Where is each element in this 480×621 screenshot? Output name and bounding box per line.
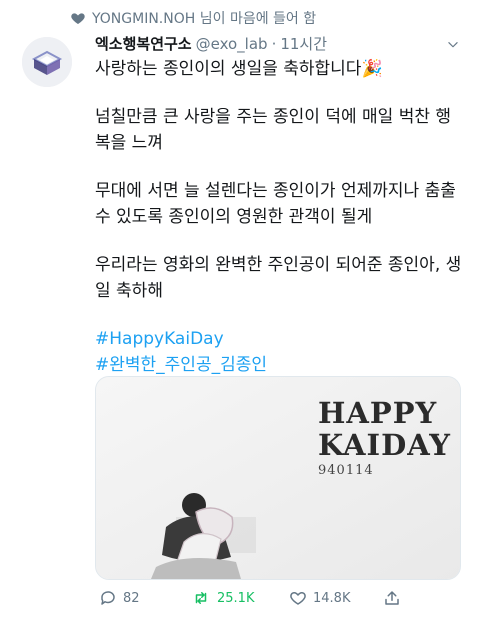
image-title-line2: KAIDAY: [318, 428, 452, 462]
retweet-icon: [195, 592, 207, 604]
share-button[interactable]: [383, 585, 407, 611]
avatar[interactable]: [22, 37, 72, 87]
user-handle[interactable]: @exo_lab: [196, 35, 268, 53]
timestamp[interactable]: 11시간: [280, 33, 327, 54]
display-name[interactable]: 엑소행복연구소: [95, 33, 192, 54]
tweet-line: 사랑하는 종인이의 생일을 축하합니다🎉: [95, 59, 383, 79]
tweet-text: 사랑하는 종인이의 생일을 축하합니다🎉 넘칠만큼 큰 사랑을 주는 종인이 덕…: [95, 56, 465, 378]
social-context: YONGMIN.NOH 님이 마음에 들어 함: [64, 8, 316, 28]
social-context-text[interactable]: YONGMIN.NOH 님이 마음에 들어 함: [92, 8, 316, 28]
logo-icon: [22, 37, 72, 87]
heart-icon: [71, 13, 85, 24]
tweet-header: 엑소행복연구소 @exo_lab · 11시간: [95, 33, 460, 57]
image-date: 940114: [318, 463, 374, 478]
like-button[interactable]: 14.8K: [289, 585, 350, 611]
reply-button[interactable]: 82: [99, 585, 140, 611]
heart-outline-icon: [290, 592, 306, 605]
tweet-line: 우리라는 영화의 완벽한 주인공이 되어준 종인아, 생일 축하해: [95, 255, 462, 301]
retweet-button[interactable]: 25.1K: [191, 585, 254, 611]
chevron-down-icon[interactable]: [446, 38, 460, 52]
like-count: 14.8K: [313, 590, 351, 606]
separator-dot: ·: [271, 35, 277, 53]
image-title: HAPPY KAIDAY: [318, 397, 451, 461]
tweet-image[interactable]: HAPPY KAIDAY 940114: [95, 376, 461, 580]
retweet-count: 25.1K: [217, 590, 255, 606]
tweet-line: 무대에 서면 늘 설렌다는 종인이가 언제까지나 춤출 수 있도록 종인이의 영…: [95, 181, 456, 227]
image-title-line1: HAPPY: [318, 396, 438, 430]
hashtag-link[interactable]: #HappyKaiDay: [95, 326, 465, 352]
tweet-line: 넘칠만큼 큰 사랑을 주는 종인이 덕에 매일 벅찬 행복을 느껴: [95, 107, 452, 153]
reply-icon: [101, 591, 115, 605]
tweet-actions: 82 25.1K 14.8K: [95, 585, 465, 611]
share-icon: [385, 591, 399, 605]
hashtag-link[interactable]: #완벽한_주인공_김종인: [95, 352, 465, 378]
reply-count: 82: [123, 590, 140, 606]
